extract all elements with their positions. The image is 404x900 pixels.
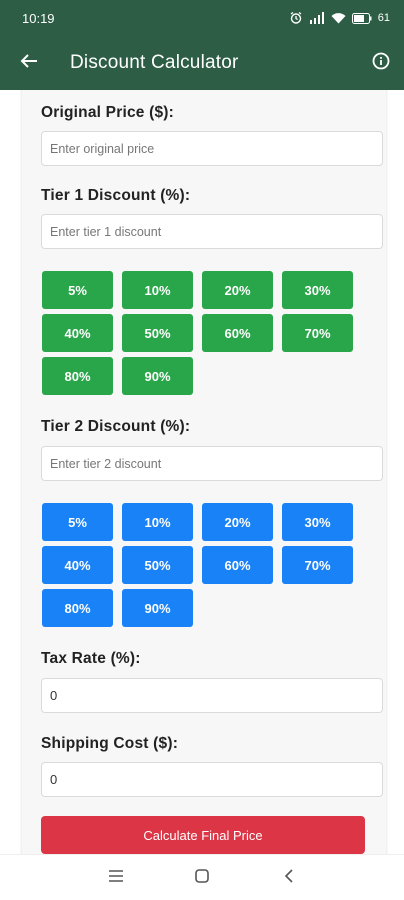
back-button[interactable] [0,36,56,90]
original-price-input[interactable]: Enter original price [41,131,383,166]
info-circle-icon [372,52,390,75]
tax-rate-input[interactable]: 0 [41,678,383,713]
tier1-preset-button[interactable]: 5% [42,271,113,309]
system-nav-bar [0,854,404,900]
tier1-preset-button[interactable]: 90% [122,357,193,395]
tier2-preset-button[interactable]: 70% [282,546,353,584]
tier1-preset-button[interactable]: 30% [282,271,353,309]
scroll-area[interactable]: Original Price ($): Enter original price… [0,90,404,854]
tier1-preset-button[interactable]: 40% [42,314,113,352]
tier2-preset-button[interactable]: 30% [282,503,353,541]
tier1-preset-button[interactable]: 10% [122,271,193,309]
tax-rate-label: Tax Rate (%): [41,650,141,667]
status-bar: 10:19 61 [0,0,404,36]
arrow-left-icon [20,53,38,74]
tier1-discount-input[interactable]: Enter tier 1 discount [41,214,383,249]
shipping-cost-input[interactable]: 0 [41,762,383,797]
tier2-preset-button[interactable]: 5% [42,503,113,541]
tier1-preset-button[interactable]: 80% [42,357,113,395]
status-time: 10:19 [22,10,55,26]
tier2-preset-button[interactable]: 60% [202,546,273,584]
tier2-discount-input[interactable]: Enter tier 2 discount [41,446,383,481]
tier1-preset-button[interactable]: 70% [282,314,353,352]
menu-button[interactable] [103,865,129,891]
tier2-preset-button[interactable]: 80% [42,589,113,627]
alarm-icon [289,11,303,25]
tier2-preset-button[interactable]: 40% [42,546,113,584]
tier2-preset-button[interactable]: 10% [122,503,193,541]
home-button[interactable] [189,865,215,891]
tier2-preset-button[interactable]: 50% [122,546,193,584]
tier2-preset-button[interactable]: 20% [202,503,273,541]
page-title: Discount Calculator [70,52,239,73]
tier1-preset-button[interactable]: 20% [202,271,273,309]
original-price-label: Original Price ($): [41,104,174,121]
home-square-icon [194,868,210,889]
tier1-preset-button[interactable]: 50% [122,314,193,352]
shipping-cost-label: Shipping Cost ($): [41,735,179,752]
battery-icon [351,12,372,24]
info-button[interactable] [358,36,404,90]
tier1-discount-label: Tier 1 Discount (%): [41,187,191,204]
tier1-preset-button[interactable]: 60% [202,314,273,352]
calculate-button[interactable]: Calculate Final Price [41,816,365,854]
status-icons: 61 [289,11,390,25]
signal-icon [309,12,325,24]
tier2-preset-button[interactable]: 90% [122,589,193,627]
wifi-icon [331,12,346,24]
calculator-card: Original Price ($): Enter original price… [22,90,386,854]
nav-back-button[interactable] [276,865,302,891]
app-bar: Discount Calculator [0,36,404,90]
battery-percent: 61 [377,12,390,24]
menu-icon [108,869,124,888]
tier2-discount-label: Tier 2 Discount (%): [41,418,191,435]
back-chevron-icon [283,868,295,889]
